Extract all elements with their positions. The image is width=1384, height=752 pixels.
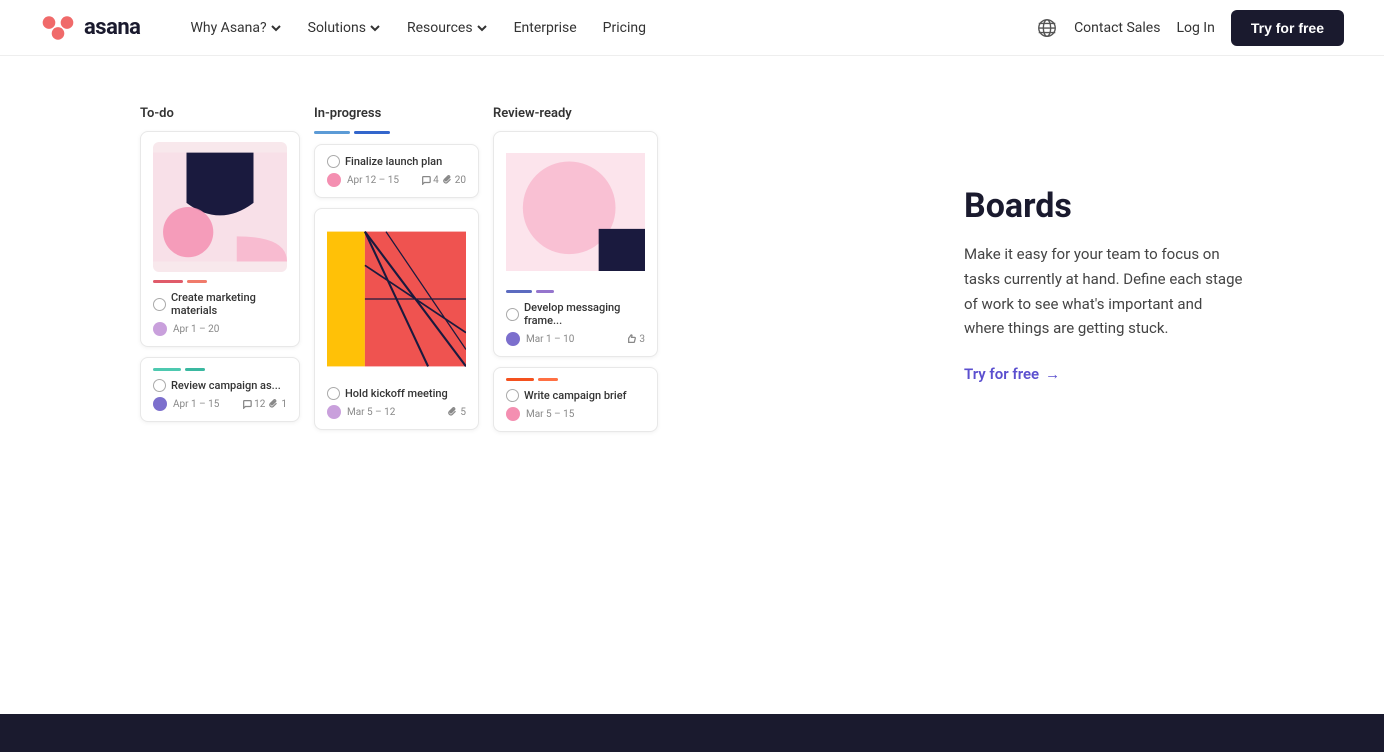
todo-task2-name: Review campaign as... [171, 379, 281, 392]
review-task1-name: Develop messaging frame... [524, 301, 645, 327]
navigation: asana Why Asana? Solutions Resources Ent… [0, 0, 1384, 56]
login-button[interactable]: Log In [1176, 20, 1214, 36]
nav-pricing[interactable]: Pricing [593, 14, 656, 42]
nav-why-asana[interactable]: Why Asana? [180, 14, 291, 42]
progress-bar-4 [185, 368, 205, 371]
boards-description: Boards Make it easy for your team to foc… [904, 96, 1244, 383]
todo-card2-progress [153, 368, 287, 371]
logo-text: asana [84, 15, 140, 40]
inprog-task1-name: Finalize launch plan [345, 155, 442, 168]
inprog-task2-attach: 5 [448, 407, 466, 418]
todo-task1-name: Create marketing materials [171, 291, 287, 317]
inprogress-indicators [314, 131, 479, 134]
review-card-art: Develop messaging frame... Mar 1 – 10 3 [493, 131, 658, 357]
boards-description-text: Make it easy for your team to focus on t… [964, 242, 1244, 341]
progress-bar-2 [187, 280, 207, 283]
inprog-task1-circle [327, 155, 340, 168]
inprog-task1-meta: Apr 12 – 15 4 20 [327, 173, 466, 187]
todo-artwork [153, 142, 287, 272]
logo[interactable]: asana [40, 10, 140, 46]
inprog-comments: 4 [421, 175, 439, 186]
inprog-task1: Finalize launch plan [327, 155, 466, 168]
globe-icon[interactable] [1036, 17, 1058, 39]
todo-task2: Review campaign as... [153, 379, 287, 392]
task-circle [153, 298, 166, 311]
review-card2-progress [506, 378, 645, 381]
review-bar-4 [538, 378, 558, 381]
avatar-inprog1 [327, 173, 341, 187]
meta-icons: 12 1 [242, 399, 287, 410]
review-task1-circle [506, 308, 519, 321]
review-task2-circle [506, 389, 519, 402]
nav-links: Why Asana? Solutions Resources Enterpris… [180, 14, 1036, 42]
inprog-task2-name: Hold kickoff meeting [345, 387, 448, 400]
avatar-2 [153, 397, 167, 411]
todo-column-label: To-do [140, 106, 300, 121]
review-bar-3 [506, 378, 534, 381]
inprog-task2-circle [327, 387, 340, 400]
progress-bar-3 [153, 368, 181, 371]
inprog-task2-icons: 5 [448, 407, 466, 418]
review-task1-date: Mar 1 – 10 [526, 334, 574, 345]
review-artwork [506, 142, 645, 282]
todo-card-art: Create marketing materials Apr 1 – 20 [140, 131, 300, 347]
ind-1 [314, 131, 350, 134]
avatar-inprog2 [327, 405, 341, 419]
boards-title: Boards [964, 186, 1244, 226]
todo-card1-progress [153, 280, 287, 283]
task-circle-2 [153, 379, 166, 392]
try-free-link[interactable]: Try for free → [964, 365, 1244, 383]
comments-count: 12 [242, 399, 265, 410]
review-column: Review-ready [493, 106, 658, 442]
review-task1: Develop messaging frame... [506, 301, 645, 327]
review-task1-likes: 3 [627, 334, 645, 345]
nav-right: Contact Sales Log In Try for free [1036, 10, 1344, 46]
progress-bar-1 [153, 280, 183, 283]
review-column-label: Review-ready [493, 106, 658, 121]
review-task2-meta: Mar 5 – 15 [506, 407, 645, 421]
ind-2 [354, 131, 390, 134]
nav-resources[interactable]: Resources [397, 14, 498, 42]
main-content: To-do [0, 56, 1384, 502]
review-task2-name: Write campaign brief [524, 389, 626, 402]
inprogress-column-label: In-progress [314, 106, 479, 121]
inprog-task2-meta: Mar 5 – 12 5 [327, 405, 466, 419]
todo-task1-meta: Apr 1 – 20 [153, 322, 287, 336]
inprog-task1-icons: 4 20 [421, 175, 466, 186]
inprogress-card1: Finalize launch plan Apr 12 – 15 4 20 [314, 144, 479, 198]
avatar-review1 [506, 332, 520, 346]
try-free-nav-button[interactable]: Try for free [1231, 10, 1344, 46]
arrow-right-icon: → [1045, 365, 1060, 383]
footer-bar [0, 714, 1384, 752]
inprogress-card-art: Hold kickoff meeting Mar 5 – 12 5 [314, 208, 479, 430]
review-task1-icons: 3 [627, 334, 645, 345]
todo-task1-date: Apr 1 – 20 [173, 324, 219, 335]
inprogress-artwork [327, 219, 466, 379]
todo-task2-date: Apr 1 – 15 [173, 399, 219, 410]
review-card2: Write campaign brief Mar 5 – 15 [493, 367, 658, 432]
contact-sales-link[interactable]: Contact Sales [1074, 20, 1160, 36]
todo-task1: Create marketing materials [153, 291, 287, 317]
review-bar-2 [536, 290, 554, 293]
inprog-task2: Hold kickoff meeting [327, 387, 466, 400]
attachments-count: 1 [269, 399, 287, 410]
inprogress-column: In-progress Finalize launch plan Apr 12 … [314, 106, 479, 440]
inprog-task2-date: Mar 5 – 12 [347, 407, 395, 418]
todo-column: To-do [140, 106, 300, 432]
nav-solutions[interactable]: Solutions [298, 14, 391, 42]
review-bar-1 [506, 290, 532, 293]
todo-card2: Review campaign as... Apr 1 – 15 12 1 [140, 357, 300, 422]
nav-enterprise[interactable]: Enterprise [504, 14, 587, 42]
todo-task2-meta: Apr 1 – 15 12 1 [153, 397, 287, 411]
inprog-task1-date: Apr 12 – 15 [347, 175, 399, 186]
boards-illustration: To-do [140, 96, 904, 442]
review-task1-meta: Mar 1 – 10 3 [506, 332, 645, 346]
review-task2-date: Mar 5 – 15 [526, 409, 574, 420]
avatar [153, 322, 167, 336]
avatar-review2 [506, 407, 520, 421]
review-task2: Write campaign brief [506, 389, 645, 402]
review-card1-progress [506, 290, 645, 293]
inprog-attachments: 20 [443, 175, 466, 186]
